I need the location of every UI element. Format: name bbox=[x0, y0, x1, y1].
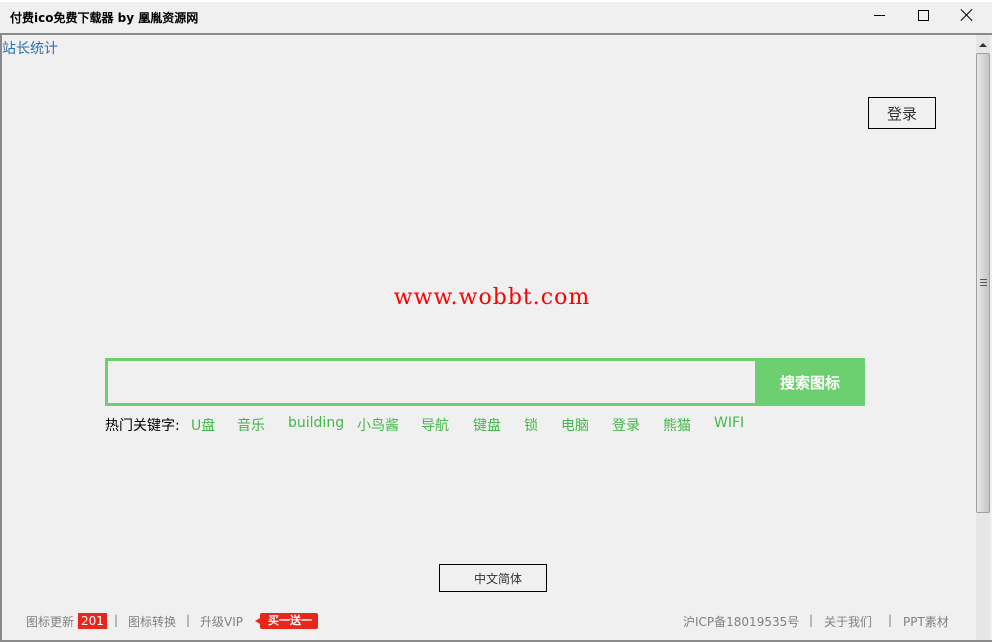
hot-keyword[interactable]: WIFI bbox=[714, 415, 744, 431]
hot-keyword[interactable]: building bbox=[288, 415, 344, 431]
window-title: 付费ico免费下载器 by 凰胤资源网 bbox=[10, 11, 199, 25]
scroll-up-button[interactable] bbox=[974, 37, 992, 53]
footer-separator: | bbox=[809, 613, 814, 627]
maximize-button[interactable] bbox=[900, 0, 946, 30]
hot-keywords-row: 热门关键字: U盘 音乐 building 小鸟酱 导航 键盘 锁 电脑 登录 … bbox=[105, 415, 765, 435]
login-button[interactable]: 登录 bbox=[868, 97, 936, 129]
title-bar: 付费ico免费下载器 by 凰胤资源网 bbox=[0, 0, 992, 33]
site-stats-link[interactable]: 站长统计 bbox=[2, 38, 58, 58]
minimize-button[interactable] bbox=[856, 0, 902, 30]
hot-keyword[interactable]: 电脑 bbox=[561, 415, 589, 435]
hot-keyword[interactable]: 锁 bbox=[524, 415, 538, 435]
footer-separator: | bbox=[888, 613, 893, 627]
icon-convert-link[interactable]: 图标转换 bbox=[128, 613, 176, 630]
language-button[interactable]: 中文简体 bbox=[439, 564, 547, 592]
search-icons-button[interactable]: 搜索图标 bbox=[755, 358, 865, 406]
icp-record-link[interactable]: 沪ICP备18019535号 bbox=[683, 613, 799, 630]
hot-keywords-label: 热门关键字: bbox=[105, 418, 180, 434]
vertical-scrollbar[interactable] bbox=[974, 35, 992, 640]
maximize-icon bbox=[917, 9, 929, 21]
footer-left: 图标更新 201 | 图标转换 | 升级VIP 买一送一 bbox=[2, 613, 402, 631]
about-us-link[interactable]: 关于我们 bbox=[824, 613, 872, 630]
hot-keyword[interactable]: U盘 bbox=[191, 415, 215, 435]
hot-keyword[interactable]: 键盘 bbox=[473, 415, 501, 435]
icon-updates-link[interactable]: 图标更新 bbox=[26, 613, 74, 630]
scrollbar-thumb[interactable] bbox=[976, 53, 990, 513]
site-url-text: www.wobbt.com bbox=[393, 285, 591, 310]
footer-separator: | bbox=[186, 613, 191, 627]
hot-keyword[interactable]: 导航 bbox=[421, 415, 449, 435]
search-box bbox=[105, 358, 758, 406]
ppt-materials-link[interactable]: PPT素材 bbox=[903, 613, 949, 630]
grip-icon bbox=[980, 279, 987, 287]
close-icon bbox=[961, 9, 973, 21]
footer-right: 沪ICP备18019535号 | 关于我们 | PPT素材 bbox=[662, 613, 972, 631]
web-content: 站长统计 登录 www.wobbt.com 搜索图标 热门关键字: U盘 音乐 … bbox=[2, 35, 974, 640]
title-bar-top-strip bbox=[0, 0, 992, 2]
search-input[interactable] bbox=[108, 361, 758, 403]
arrow-up-icon bbox=[979, 43, 987, 47]
hot-keyword[interactable]: 登录 bbox=[612, 415, 640, 435]
minimize-icon bbox=[873, 14, 885, 16]
footer-separator: | bbox=[114, 613, 119, 627]
icon-updates-count-badge: 201 bbox=[78, 613, 107, 629]
hot-keyword[interactable]: 小鸟酱 bbox=[357, 415, 399, 435]
close-button[interactable] bbox=[944, 0, 990, 30]
hot-keyword[interactable]: 音乐 bbox=[237, 415, 265, 435]
promo-badge[interactable]: 买一送一 bbox=[255, 613, 318, 629]
hot-keyword[interactable]: 熊猫 bbox=[663, 415, 691, 435]
upgrade-vip-link[interactable]: 升级VIP bbox=[200, 613, 243, 630]
